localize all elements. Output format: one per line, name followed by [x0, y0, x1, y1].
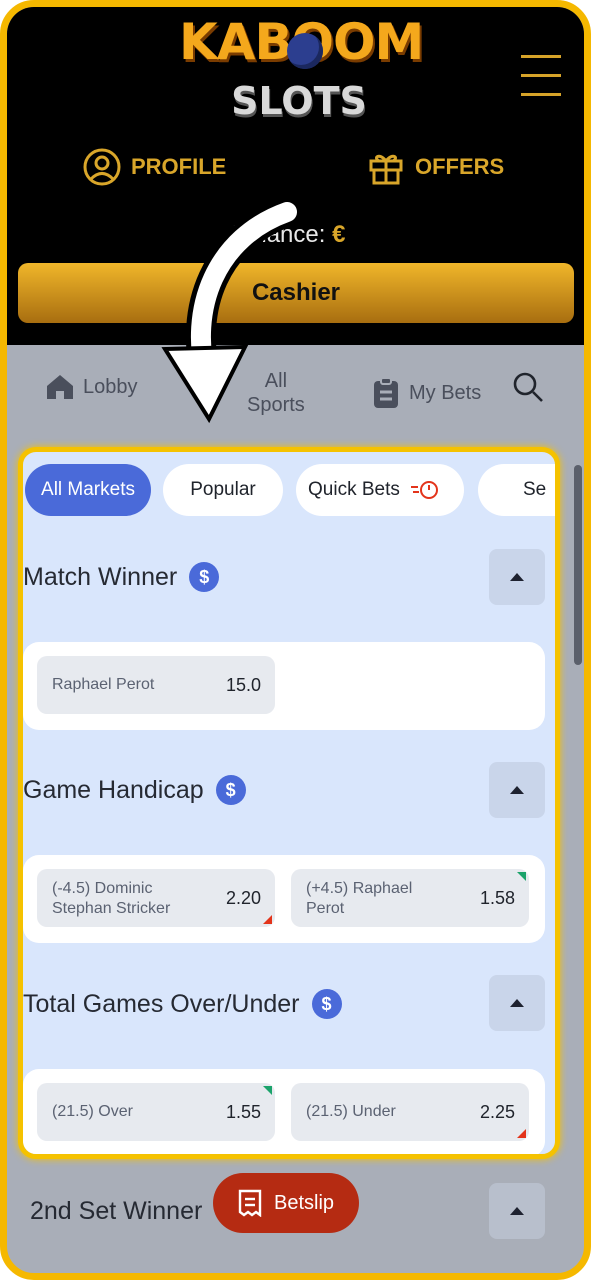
odds-label: (21.5) Over [52, 1103, 133, 1120]
odds-button[interactable]: (21.5) Over 1.55 [37, 1083, 275, 1141]
market-title-label: Total Games Over/Under [23, 989, 300, 1018]
market-odds-box: Raphael Perot 15.0 [23, 642, 545, 730]
collapse-button[interactable] [489, 975, 545, 1031]
receipt-icon [238, 1189, 262, 1217]
chevron-up-icon [510, 573, 524, 581]
logo-wordmark-bottom: SLOTS [231, 79, 367, 123]
dollar-icon: $ [189, 562, 220, 592]
offers-link[interactable]: OFFERS [367, 147, 504, 187]
odds-label: (21.5) Under [306, 1103, 396, 1120]
odds-value: 2.25 [479, 1102, 515, 1122]
odds-label-line1: (+4.5) Raphael [306, 880, 413, 897]
chip-partial[interactable]: Se [478, 464, 555, 516]
chip-quick-bets-label: Quick Bets [308, 479, 400, 500]
odds-label: (-4.5) Dominic Stephan Stricker [52, 879, 212, 919]
market-title-label: Match Winner [23, 562, 178, 591]
nav-my-bets[interactable]: My Bets [373, 377, 481, 409]
odds-label-line2: Stephan Stricker [52, 900, 171, 917]
profile-label: PROFILE [131, 154, 227, 179]
collapse-button[interactable] [489, 762, 545, 818]
hamburger-menu-icon[interactable] [521, 55, 561, 101]
market-title-game-handicap: Game Handicap $ [23, 775, 246, 805]
odds-label: (+4.5) Raphael Perot [306, 879, 466, 919]
markets-panel: All Markets Popular Quick Bets Se Match … [18, 447, 560, 1159]
dollar-icon: $ [215, 775, 246, 805]
odds-button[interactable]: Raphael Perot 15.0 [37, 656, 275, 714]
odds-down-indicator [517, 1129, 526, 1138]
phone-frame: KABOOM SLOTS PROFILE OFFERS Balance: € C… [0, 0, 591, 1280]
kaboom-slots-logo[interactable]: KABOOM SLOTS [179, 13, 424, 129]
market-title-label: Game Handicap [23, 775, 204, 804]
collapse-button[interactable] [489, 549, 545, 605]
stopwatch-icon [410, 481, 438, 499]
dollar-icon: $ [311, 989, 342, 1019]
chevron-up-icon [510, 786, 524, 794]
gift-icon [369, 154, 403, 185]
betslip-label: Betslip [273, 1191, 335, 1214]
odds-button[interactable]: (-4.5) Dominic Stephan Stricker 2.20 [37, 869, 275, 927]
odds-down-indicator [263, 915, 272, 924]
scrollbar-thumb[interactable] [574, 465, 582, 665]
odds-value: 1.58 [479, 888, 515, 908]
nav-my-bets-label: My Bets [409, 381, 482, 404]
betslip-button[interactable]: Betslip [213, 1173, 359, 1233]
odds-button[interactable]: (+4.5) Raphael Perot 1.58 [291, 869, 529, 927]
market-title-match-winner: Match Winner $ [23, 562, 220, 592]
profile-link[interactable]: PROFILE [83, 147, 226, 187]
chip-all-markets[interactable]: All Markets [25, 464, 151, 516]
market-odds-box: (-4.5) Dominic Stephan Stricker 2.20 (+4.… [23, 855, 545, 943]
nav-lobby[interactable]: Lobby [45, 373, 138, 401]
odds-value: 1.55 [225, 1102, 261, 1122]
odds-label-line2: Perot [306, 900, 345, 917]
bomb-icon [287, 33, 323, 69]
chevron-up-icon [510, 999, 524, 1007]
odds-label-line1: (-4.5) Dominic [52, 880, 153, 897]
market-title-2nd-set-winner: 2nd Set Winner [30, 1197, 203, 1225]
chip-popular[interactable]: Popular [163, 464, 283, 516]
odds-value: 2.20 [225, 888, 261, 908]
curved-arrow-icon [161, 197, 302, 424]
odds-up-indicator [517, 872, 526, 881]
collapse-button[interactable] [489, 1183, 545, 1239]
scrollbar[interactable] [573, 357, 584, 1273]
nav-lobby-label: Lobby [83, 375, 138, 398]
market-odds-box: (21.5) Over 1.55 (21.5) Under 2.25 [23, 1069, 545, 1154]
market-title-total-games: Total Games Over/Under $ [23, 989, 342, 1019]
chevron-up-icon [510, 1207, 524, 1215]
chip-quick-bets[interactable]: Quick Bets [296, 464, 464, 516]
odds-value: 15.0 [225, 675, 261, 695]
search-icon[interactable] [512, 371, 544, 403]
odds-label: Raphael Perot [52, 676, 155, 693]
odds-button[interactable]: (21.5) Under 2.25 [291, 1083, 529, 1141]
user-icon [83, 148, 121, 186]
clipboard-icon [374, 377, 398, 408]
offers-label: OFFERS [415, 154, 505, 179]
balance-currency: € [332, 221, 346, 248]
home-icon [47, 375, 73, 399]
market-filter-chips: All Markets Popular Quick Bets Se [25, 464, 555, 518]
odds-up-indicator [263, 1086, 272, 1095]
